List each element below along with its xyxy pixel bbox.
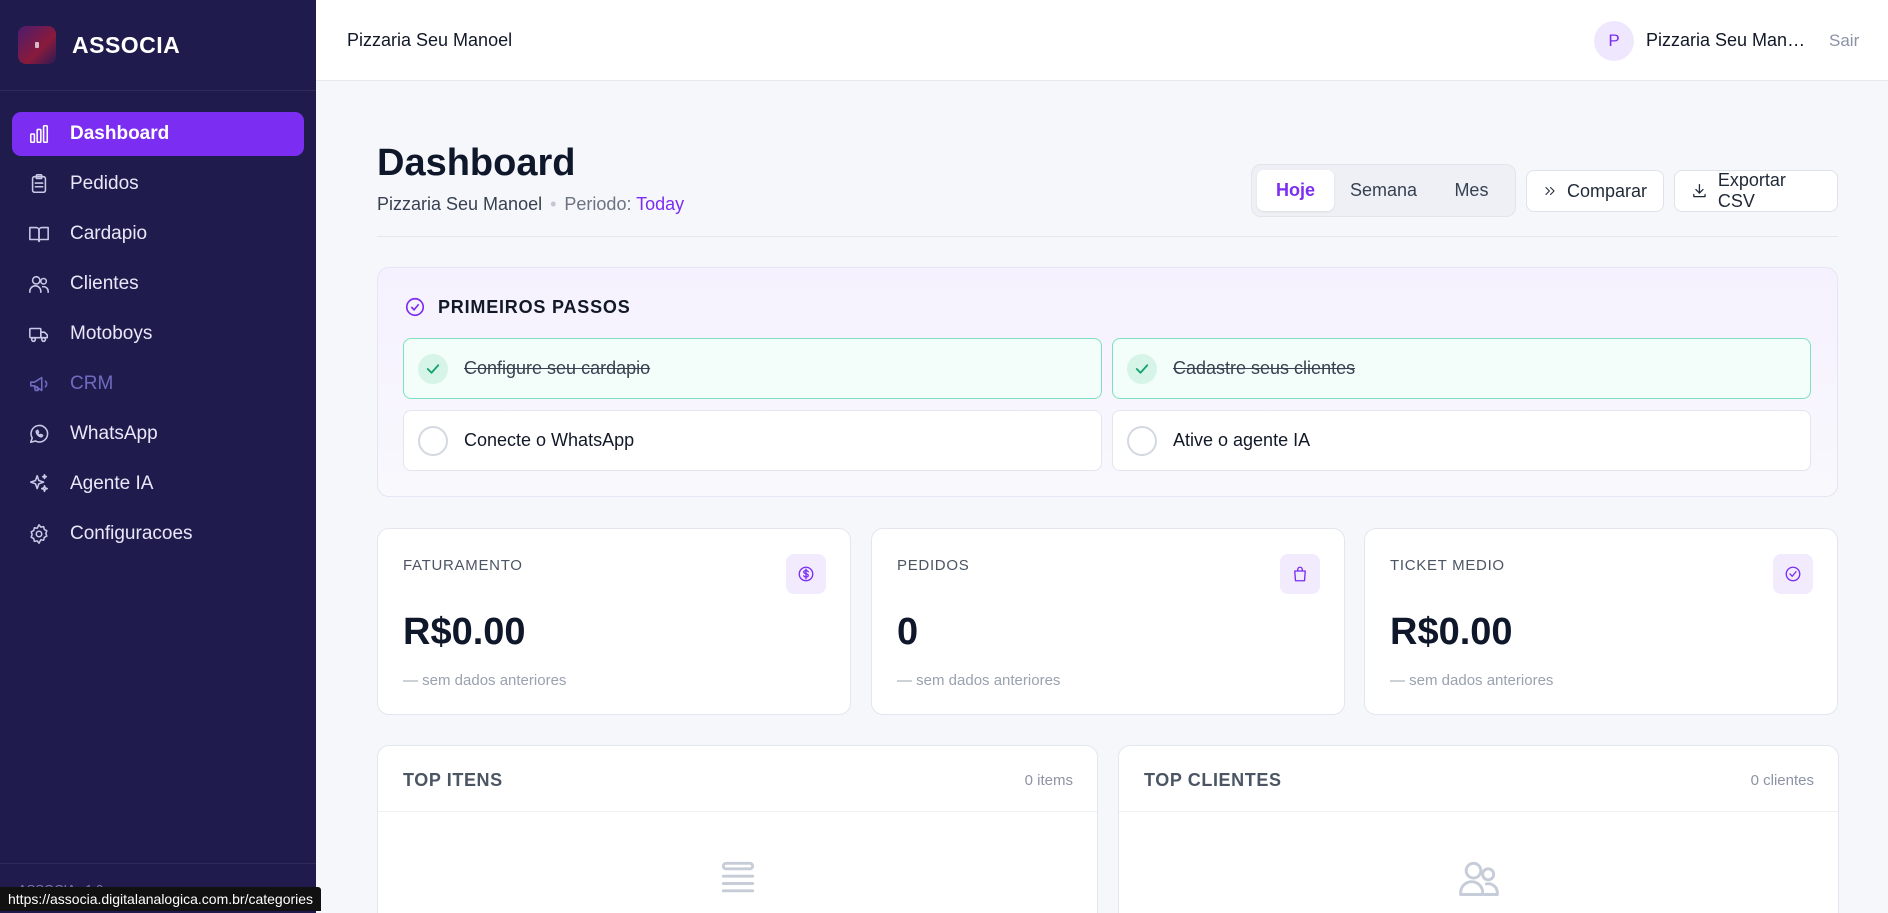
sidebar-item-crm[interactable]: CRM xyxy=(12,362,304,406)
kpi-note: — sem dados anteriores xyxy=(897,672,1061,689)
panel-count: 0 items xyxy=(1024,772,1073,789)
check-circle-icon xyxy=(1773,554,1813,594)
compare-button[interactable]: Comparar xyxy=(1526,170,1664,212)
sidebar-item-label: Agente IA xyxy=(70,473,154,494)
sidebar-item-label: Dashboard xyxy=(70,123,170,144)
logout-button[interactable]: Sair xyxy=(1829,31,1859,51)
check-icon xyxy=(1127,353,1157,384)
panel-header: TOP ITENS 0 items xyxy=(378,746,1097,812)
clipboard-icon xyxy=(28,173,50,195)
sidebar-item-whatsapp[interactable]: WhatsApp xyxy=(12,412,304,456)
panel-title: TOP ITENS xyxy=(403,770,503,790)
sidebar-item-label: Configuracoes xyxy=(70,523,193,544)
check-icon xyxy=(418,353,448,384)
kpi-value: 0 xyxy=(897,611,919,653)
onboarding-header: PRIMEIROS PASSOS xyxy=(404,296,631,318)
period-label: Periodo: xyxy=(564,194,632,214)
sidebar-item-clientes[interactable]: Clientes xyxy=(12,262,304,306)
sidebar-item-cardapio[interactable]: Cardapio xyxy=(12,212,304,256)
kpi-note: — sem dados anteriores xyxy=(1390,672,1554,689)
sidebar-item-motoboys[interactable]: Motoboys xyxy=(12,312,304,356)
download-icon xyxy=(1693,184,1706,198)
status-bar-url: https://associa.digitalanalogica.com.br/… xyxy=(0,887,322,911)
step-label: Conecte o WhatsApp xyxy=(464,430,635,450)
sidebar-item-label: CRM xyxy=(70,373,114,394)
sidebar-item-label: Motoboys xyxy=(70,323,153,344)
compare-label: Comparar xyxy=(1566,180,1647,201)
period-week-button[interactable]: Semana xyxy=(1334,170,1433,211)
panel-title: TOP CLIENTES xyxy=(1144,770,1282,790)
megaphone-icon xyxy=(28,373,50,395)
brand[interactable]: ASSOCIA xyxy=(0,0,316,91)
sparkles-icon xyxy=(28,473,50,495)
panel-count: 0 clientes xyxy=(1750,772,1814,789)
step-activate-ai-agent[interactable]: Ative o agente IA xyxy=(1112,410,1811,471)
top-clients-panel: TOP CLIENTES 0 clientes xyxy=(1118,745,1839,913)
separator-dot: • xyxy=(550,194,557,214)
export-csv-button[interactable]: Exportar CSV xyxy=(1674,170,1838,212)
onboarding-card: PRIMEIROS PASSOS Configure seu cardapio … xyxy=(377,267,1838,497)
sidebar-item-label: Clientes xyxy=(70,273,139,294)
book-open-icon xyxy=(28,223,50,245)
top-items-panel: TOP ITENS 0 items xyxy=(377,745,1098,913)
step-label: Ative o agente IA xyxy=(1173,430,1311,450)
sidebar-item-pedidos[interactable]: Pedidos xyxy=(12,162,304,206)
user-name[interactable]: Pizzaria Seu Manoel xyxy=(1646,30,1806,51)
step-label: Configure seu cardapio xyxy=(464,358,651,378)
period-today-button[interactable]: Hoje xyxy=(1257,170,1335,211)
sidebar-item-label: Pedidos xyxy=(70,173,139,194)
period-selector: Hoje Semana Mes xyxy=(1251,164,1516,217)
header-divider xyxy=(377,236,1838,237)
kpi-value: R$0.00 xyxy=(1390,611,1513,653)
avatar[interactable]: P xyxy=(1594,21,1634,61)
chevrons-right-icon xyxy=(1545,186,1555,196)
topbar: Pizzaria Seu Manoel P Pizzaria Seu Manoe… xyxy=(316,0,1888,81)
gear-icon xyxy=(28,523,50,545)
dollar-icon xyxy=(786,554,826,594)
step-connect-whatsapp[interactable]: Conecte o WhatsApp xyxy=(403,410,1102,471)
subtitle-store: Pizzaria Seu Manoel xyxy=(377,194,543,214)
sidebar: ASSOCIA Dashboard Pedidos Cardapio Clien… xyxy=(0,0,316,913)
export-label: Exportar CSV xyxy=(1717,170,1786,211)
check-circle-icon xyxy=(405,297,425,317)
sidebar-nav: Dashboard Pedidos Cardapio Clientes Moto… xyxy=(0,91,316,556)
shopping-bag-icon xyxy=(1280,554,1320,594)
brand-logo xyxy=(18,26,56,64)
truck-icon xyxy=(28,323,50,345)
empty-circle-icon xyxy=(418,425,448,456)
page-title: Dashboard xyxy=(377,142,576,184)
sidebar-item-label: Cardapio xyxy=(70,223,148,244)
kpi-card-revenue: FATURAMENTO R$0.00 — sem dados anteriore… xyxy=(377,528,851,715)
sidebar-item-label: WhatsApp xyxy=(70,423,158,444)
sidebar-item-configuracoes[interactable]: Configuracoes xyxy=(12,512,304,556)
brand-name: ASSOCIA xyxy=(72,31,181,58)
users-icon xyxy=(28,273,50,295)
kpi-value: R$0.00 xyxy=(403,611,526,653)
kpi-label: PEDIDOS xyxy=(897,557,970,574)
whatsapp-icon xyxy=(28,423,50,445)
sidebar-item-dashboard[interactable]: Dashboard xyxy=(12,112,304,156)
period-value: Today xyxy=(636,194,685,214)
kpi-label: FATURAMENTO xyxy=(403,557,523,574)
kpi-card-orders: PEDIDOS 0 — sem dados anteriores xyxy=(871,528,1345,715)
step-label: Cadastre seus clientes xyxy=(1173,358,1356,378)
panel-header: TOP CLIENTES 0 clientes xyxy=(1119,746,1838,812)
onboarding-title: PRIMEIROS PASSOS xyxy=(438,296,631,317)
step-register-clients[interactable]: Cadastre seus clientes xyxy=(1112,338,1811,399)
users-icon xyxy=(1457,856,1501,905)
store-name: Pizzaria Seu Manoel xyxy=(347,30,513,50)
period-month-button[interactable]: Mes xyxy=(1433,170,1510,211)
bar-chart-icon xyxy=(28,123,50,145)
empty-circle-icon xyxy=(1127,425,1157,456)
list-icon xyxy=(716,856,760,905)
step-configure-menu[interactable]: Configure seu cardapio xyxy=(403,338,1102,399)
kpi-note: — sem dados anteriores xyxy=(403,672,567,689)
sidebar-item-agente-ia[interactable]: Agente IA xyxy=(12,462,304,506)
kpi-label: TICKET MEDIO xyxy=(1390,557,1505,574)
page-subtitle: Pizzaria Seu Manoel • Periodo: Today xyxy=(377,194,684,215)
kpi-card-average-ticket: TICKET MEDIO R$0.00 — sem dados anterior… xyxy=(1364,528,1838,715)
